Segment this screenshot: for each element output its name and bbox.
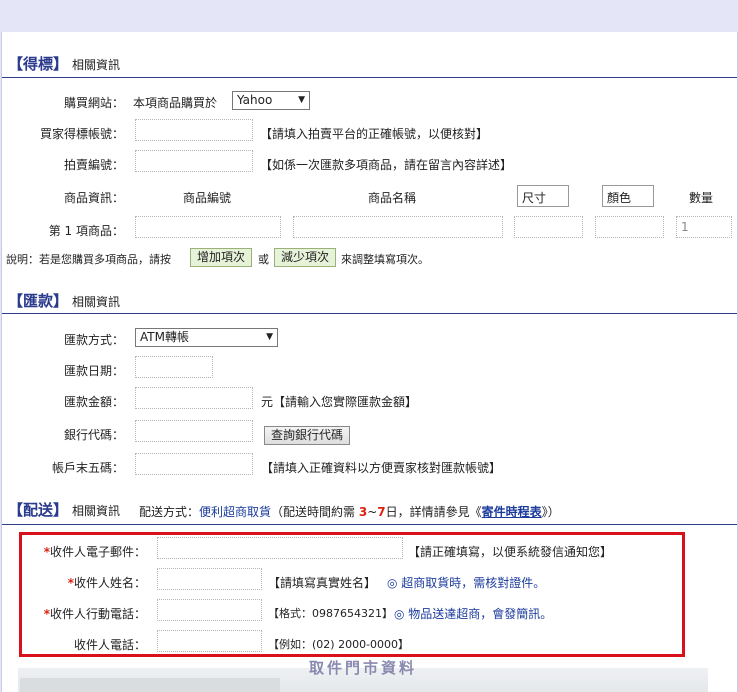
recipient-name-label: 收件人姓名： bbox=[73, 576, 146, 590]
remit-section-divider bbox=[2, 313, 737, 314]
item-1-code-input[interactable] bbox=[135, 216, 281, 238]
shipping-schedule-link[interactable]: 寄件時程表 bbox=[482, 505, 542, 519]
multi-item-note: 說明：若是您購買多項商品，請按 bbox=[6, 251, 171, 267]
recipient-email-label: 收件人電子郵件： bbox=[49, 545, 146, 559]
recipient-email-hint: 【請正確填寫，以便系統發信通知您】 bbox=[408, 545, 613, 559]
bid-section-subtitle: 相關資訊 bbox=[72, 58, 121, 72]
recipient-phone-hint: 【例如：(02) 2000-0000】 bbox=[268, 638, 410, 651]
pickup-store-title: 取件門市資料 bbox=[309, 659, 418, 677]
ship-days-from: 3 bbox=[358, 505, 368, 519]
auction-number-label: 拍賣編號： bbox=[63, 158, 124, 172]
site-select[interactable]: Yahoo ▼ bbox=[232, 91, 310, 110]
item-1-name-input[interactable] bbox=[293, 216, 503, 238]
chevron-down-icon: ▼ bbox=[266, 332, 273, 342]
col-color-field[interactable]: 顏色 bbox=[602, 185, 654, 207]
recipient-mobile-hint: 【格式：0987654321】 bbox=[268, 607, 393, 620]
recipient-name-hint: 【請填寫真實姓名】 bbox=[268, 576, 377, 590]
item-1-color-input[interactable] bbox=[595, 216, 664, 238]
recipient-email-input[interactable] bbox=[157, 537, 403, 559]
remit-section-subtitle: 相關資訊 bbox=[72, 295, 121, 309]
buyer-account-hint: 【請填入拍賣平台的正確帳號，以便核對】 bbox=[260, 127, 489, 141]
item-1-label: 第 1 項商品： bbox=[48, 224, 124, 238]
bid-section-header: 【得標】 相關資訊 bbox=[8, 54, 120, 74]
or-text: 或 bbox=[258, 253, 269, 266]
remit-section-title: 【匯款】 bbox=[8, 292, 69, 310]
pickup-store-map-thumbnail[interactable] bbox=[20, 678, 280, 692]
recipient-mobile-label: 收件人行動電話： bbox=[49, 607, 146, 621]
note-prefix: 說明：若是您購買多項商品，請按 bbox=[6, 253, 171, 266]
remit-section-header: 【匯款】 相關資訊 bbox=[8, 291, 120, 311]
chevron-down-icon: ▼ bbox=[298, 95, 305, 105]
account-last5-label: 帳戶末五碼： bbox=[51, 461, 124, 475]
bank-code-lookup-button[interactable]: 查詢銀行代碼 bbox=[264, 426, 351, 445]
bank-code-input[interactable] bbox=[135, 420, 253, 442]
account-last5-input[interactable] bbox=[135, 453, 253, 475]
account-last5-hint: 【請填入正確資料以方便賣家核對匯款帳號】 bbox=[261, 461, 502, 475]
ship-method-value: 便利超商取貨 bbox=[199, 505, 272, 519]
remit-date-label: 匯款日期： bbox=[63, 364, 124, 378]
recipient-mobile-label-wrap: *收件人行動電話： bbox=[28, 605, 146, 622]
item-1-quantity-input[interactable]: 1 bbox=[676, 216, 732, 238]
ship-close-paren: 》） bbox=[541, 505, 560, 519]
remit-amount-hint: 元【請輸入您實際匯款金額】 bbox=[261, 395, 418, 409]
recipient-phone-label: 收件人電話： bbox=[73, 638, 146, 652]
note-suffix: 來調整填寫項次。 bbox=[341, 253, 429, 266]
buyer-account-label: 買家得標帳號： bbox=[39, 127, 124, 141]
ship-time-prefix: （配送時間約需 bbox=[271, 505, 356, 519]
product-info-label: 商品資訊： bbox=[63, 191, 124, 205]
col-product-code: 商品編號 bbox=[182, 191, 231, 205]
recipient-email-label-wrap: *收件人電子郵件： bbox=[28, 543, 146, 560]
remit-date-input[interactable] bbox=[135, 356, 213, 378]
recipient-phone-label-wrap: 收件人電話： bbox=[28, 636, 146, 653]
col-size-field[interactable]: 尺寸 bbox=[517, 185, 569, 207]
recipient-name-input[interactable] bbox=[157, 568, 262, 590]
item-1-size-input[interactable] bbox=[514, 216, 583, 238]
ship-time-suffix: 日，詳情請參見《 bbox=[385, 505, 482, 519]
bank-code-label: 銀行代碼： bbox=[63, 428, 124, 442]
ship-section-divider bbox=[2, 524, 737, 525]
remit-method-label: 匯款方式： bbox=[63, 333, 124, 347]
recipient-phone-input[interactable] bbox=[157, 630, 262, 652]
ship-method-line: 配送方式：便利超商取貨（配送時間約需 3~7日，詳情請參見《寄件時程表》） bbox=[139, 503, 560, 520]
auction-number-hint: 【如係一次匯款多項商品，請在留言內容詳述】 bbox=[260, 158, 513, 172]
auction-number-input[interactable] bbox=[135, 150, 253, 172]
remit-amount-input[interactable] bbox=[135, 387, 253, 409]
remit-method-value: ATM轉帳 bbox=[140, 330, 189, 344]
recipient-mobile-note: ◎ 物品送達超商，會發簡訊。 bbox=[394, 607, 553, 621]
remit-method-select[interactable]: ATM轉帳 ▼ bbox=[135, 328, 278, 347]
remove-item-button[interactable]: 減少項次 bbox=[274, 248, 337, 267]
ship-section-subtitle: 相關資訊 bbox=[72, 504, 121, 518]
remit-amount-label: 匯款金額： bbox=[63, 395, 124, 409]
col-product-name: 商品名稱 bbox=[367, 191, 416, 205]
recipient-name-note: ◎ 超商取貨時，需核對證件。 bbox=[387, 576, 546, 590]
ship-section-header: 【配送】 相關資訊 bbox=[8, 500, 120, 520]
recipient-mobile-input[interactable] bbox=[157, 599, 262, 621]
bid-section-divider bbox=[2, 77, 737, 78]
add-item-button[interactable]: 增加項次 bbox=[190, 248, 253, 267]
site-select-value: Yahoo bbox=[237, 93, 273, 107]
order-form-page: 【得標】 相關資訊 購買網站： 本項商品購買於 Yahoo ▼ 買家得標帳號： 【請… bbox=[1, 32, 738, 692]
site-text: 本項商品購買於 bbox=[133, 96, 218, 110]
recipient-name-label-wrap: *收件人姓名： bbox=[28, 574, 146, 591]
ship-method-prefix: 配送方式： bbox=[139, 505, 200, 519]
col-quantity: 數量 bbox=[688, 191, 713, 205]
ship-tilde: ~ bbox=[367, 505, 378, 519]
site-label: 購買網站： bbox=[63, 96, 124, 110]
buyer-account-input[interactable] bbox=[135, 119, 253, 141]
ship-section-title: 【配送】 bbox=[8, 501, 69, 519]
ship-days-to: 7 bbox=[377, 505, 386, 519]
bid-section-title: 【得標】 bbox=[8, 55, 69, 73]
